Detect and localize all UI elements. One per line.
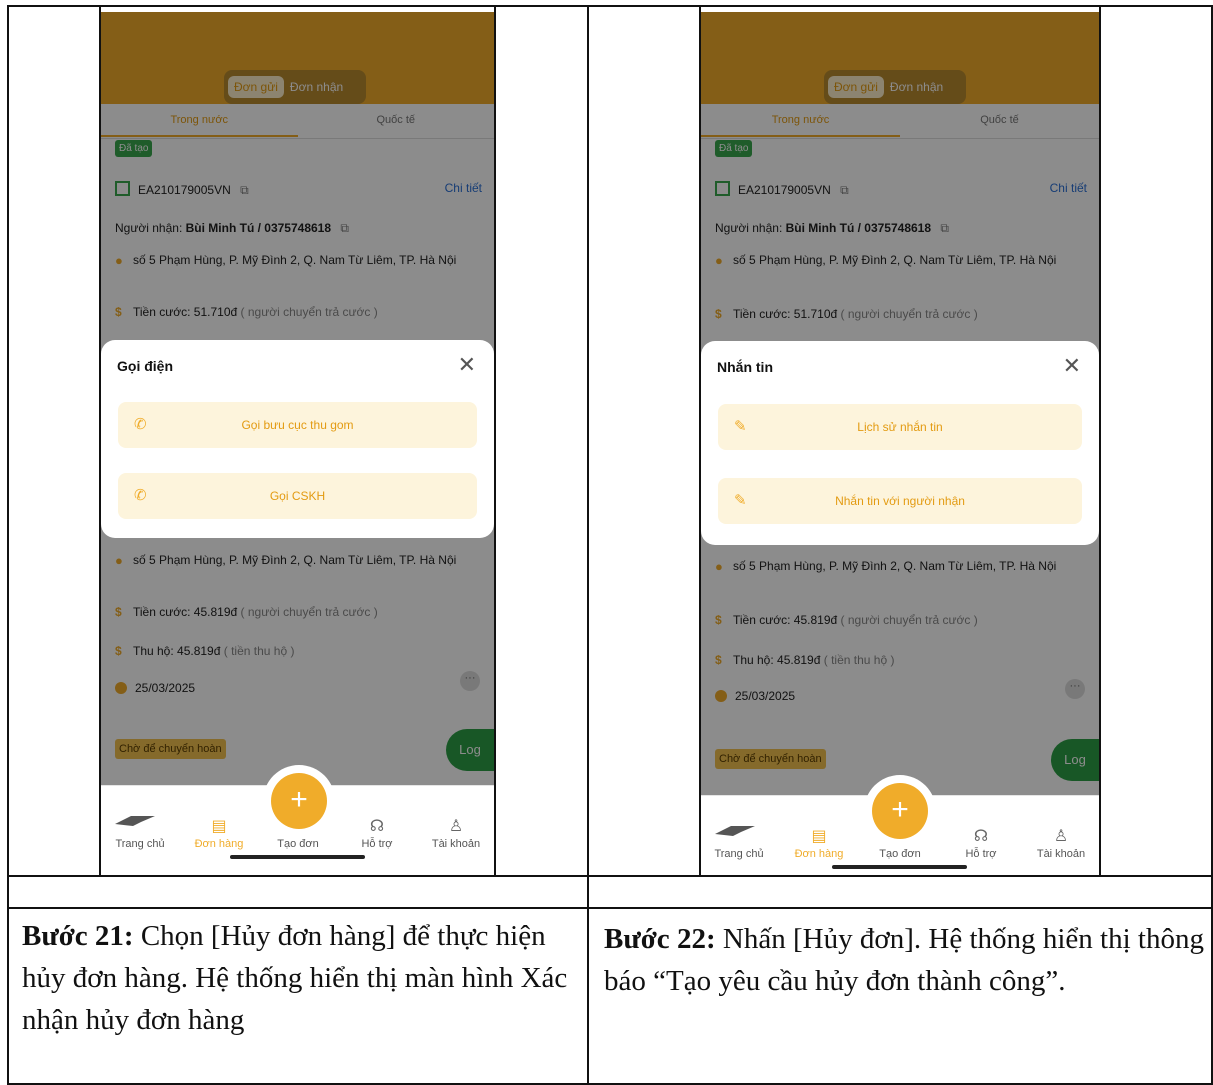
pencil-icon: ✎ <box>734 492 747 509</box>
headset-icon: ☊ <box>973 828 989 845</box>
tab-label: Hỗ trợ <box>361 838 393 850</box>
tab-support[interactable]: ☊ Hỗ trợ <box>946 826 1016 860</box>
tab-orders[interactable]: ▤ Đơn hàng <box>784 826 854 860</box>
tab-label: Trang chủ <box>115 838 165 850</box>
vnpost-logo-icon <box>715 826 755 836</box>
create-order-button[interactable]: + <box>271 773 327 829</box>
message-recipient-button[interactable]: ✎ Nhắn tin với người nhận <box>718 478 1082 524</box>
option-label: Lịch sử nhắn tin <box>857 420 943 434</box>
close-icon[interactable]: ✕ <box>1063 355 1081 377</box>
close-icon[interactable]: ✕ <box>458 354 476 376</box>
home-indicator <box>230 855 365 859</box>
bottom-tab-bar: + Trang chủ ▤ Đơn hàng Tạo đơn ☊ Hỗ trợ ♙ T… <box>701 783 1099 874</box>
message-sheet: Nhắn tin ✕ ✎ Lịch sử nhắn tin ✎ Nhắn tin… <box>701 341 1099 545</box>
pencil-icon: ✎ <box>734 418 747 435</box>
sheet-title: Gọi điện <box>117 358 173 374</box>
table-rule <box>7 875 1213 877</box>
phone-icon: ✆ <box>134 416 147 433</box>
phone-icon: ✆ <box>134 487 147 504</box>
tab-account[interactable]: ♙ Tài khoản <box>421 816 491 850</box>
tab-label: Trang chủ <box>714 848 764 860</box>
sheet-title: Nhắn tin <box>717 359 773 375</box>
tab-label: Tạo đơn <box>277 838 319 850</box>
phone-screenshot-step-22: Đơn gửi Đơn nhận Trong nước Quốc tế Đã t… <box>701 12 1099 874</box>
create-order-button[interactable]: + <box>872 783 928 839</box>
frame-line <box>1099 5 1101 875</box>
tab-label: Tài khoản <box>1036 848 1086 860</box>
step-label: Bước 21: <box>22 920 134 952</box>
table-rule <box>7 907 1213 909</box>
user-icon: ♙ <box>1053 828 1069 845</box>
table-rule-left <box>7 5 9 1085</box>
call-sheet: Gọi điện ✕ ✆ Gọi bưu cục thu gom ✆ Gọi C… <box>101 340 494 538</box>
message-history-button[interactable]: ✎ Lịch sử nhắn tin <box>718 404 1082 450</box>
step-label: Bước 22: <box>604 923 716 955</box>
step-22-caption: Bước 22: Nhấn [Hủy đơn]. Hệ thống hiển t… <box>604 918 1204 1002</box>
tab-label: Hỗ trợ <box>965 848 997 860</box>
table-rule-middle <box>587 5 589 1085</box>
phone-screenshot-step-21: Đơn gửi Đơn nhận Trong nước Quốc tế Đã t… <box>101 12 494 864</box>
option-label: Gọi CSKH <box>269 489 326 503</box>
tab-account[interactable]: ♙ Tài khoản <box>1026 826 1096 860</box>
call-support-button[interactable]: ✆ Gọi CSKH <box>118 473 477 519</box>
tab-support[interactable]: ☊ Hỗ trợ <box>342 816 412 850</box>
step-21-caption: Bước 21: Chọn [Hủy đơn hàng] để thực hiệ… <box>22 915 572 1041</box>
orders-icon: ▤ <box>811 828 827 845</box>
frame-line <box>494 5 496 875</box>
call-post-office-button[interactable]: ✆ Gọi bưu cục thu gom <box>118 402 477 448</box>
tab-home[interactable]: Trang chủ <box>105 838 175 850</box>
table-rule-top <box>7 5 1213 7</box>
user-icon: ♙ <box>448 818 464 835</box>
tab-create-order[interactable]: Tạo đơn <box>263 838 333 850</box>
tab-label: Tài khoản <box>431 838 481 850</box>
vnpost-logo-icon <box>115 816 155 826</box>
tab-orders[interactable]: ▤ Đơn hàng <box>184 816 254 850</box>
tab-label: Tạo đơn <box>879 848 921 860</box>
tab-label: Đơn hàng <box>194 838 244 850</box>
home-indicator <box>832 865 967 869</box>
tab-create-order[interactable]: Tạo đơn <box>865 848 935 860</box>
option-label: Nhắn tin với người nhận <box>835 494 965 508</box>
orders-icon: ▤ <box>211 818 227 835</box>
option-label: Gọi bưu cục thu gom <box>241 418 354 432</box>
tab-label: Đơn hàng <box>794 848 844 860</box>
headset-icon: ☊ <box>369 818 385 835</box>
tab-home[interactable]: Trang chủ <box>704 848 774 860</box>
bottom-tab-bar: + Trang chủ ▤ Đơn hàng Tạo đơn ☊ Hỗ trợ ♙ T… <box>101 773 494 864</box>
